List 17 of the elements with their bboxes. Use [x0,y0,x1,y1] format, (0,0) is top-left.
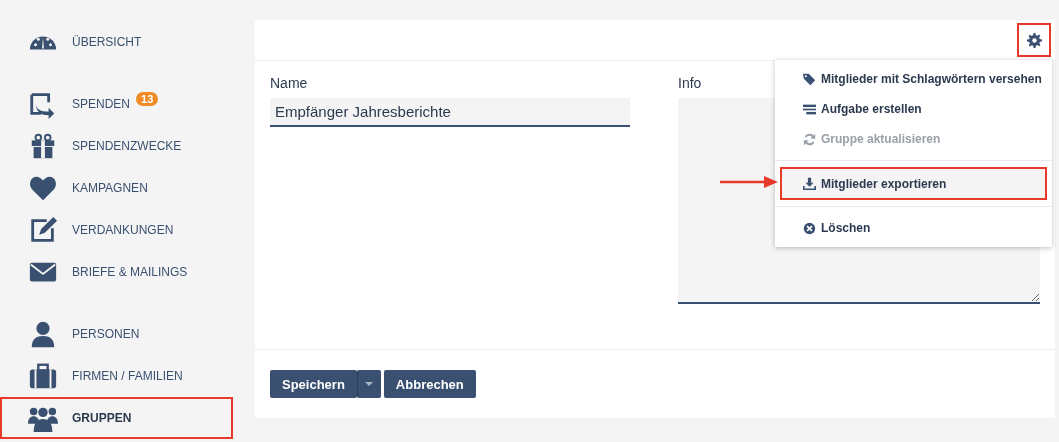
menu-label: Mitglieder exportieren [821,176,947,191]
sidebar-label: PERSONEN [72,327,140,341]
field-label: Name [270,75,308,91]
sidebar-label: FIRMEN / FAMILIEN [72,369,183,383]
sidebar-label: SPENDEN [72,97,130,111]
sidebar-label: ÜBERSICHT [72,35,142,49]
sidebar-label: VERDANKUNGEN [72,223,174,237]
sidebar-label: KAMPAGNEN [72,181,148,195]
count-badge: 13 [136,92,159,106]
menu-label: Löschen [821,221,871,235]
menu-label: Gruppe aktualisieren [821,132,941,146]
menu-label: Mitglieder mit Schlagwörtern versehen [821,72,1042,86]
sidebar-label: BRIEFE & MAILINGS [72,265,188,279]
sidebar-label: SPENDENZWECKE [72,139,182,153]
sidebar-label: GRUPPEN [72,411,132,425]
menu-label: Aufgabe erstellen [821,102,922,116]
field-label: Info [678,75,702,91]
